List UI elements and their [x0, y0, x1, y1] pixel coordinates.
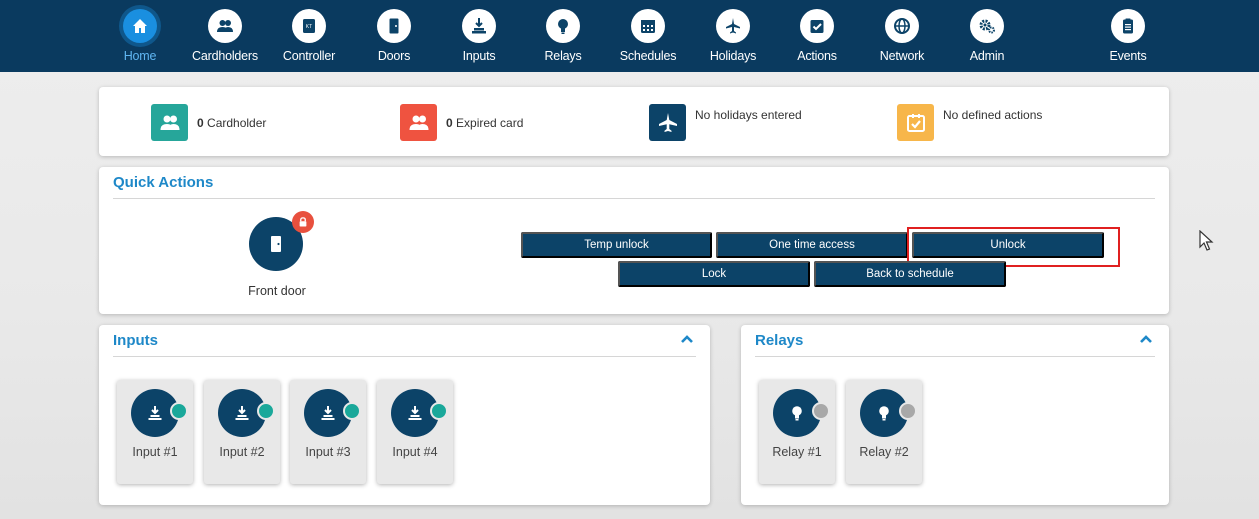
- nav-network[interactable]: Network: [862, 9, 942, 67]
- status-indicator: [812, 402, 830, 420]
- nav-admin[interactable]: Admin: [947, 9, 1027, 67]
- relay-tile[interactable]: Relay #1: [759, 380, 835, 484]
- nav-label: Inputs: [462, 49, 496, 63]
- input-label: Input #4: [392, 445, 438, 459]
- holidays-label: No holidays entered: [695, 108, 802, 122]
- divider: [113, 198, 1155, 199]
- actions-label: No defined actions: [943, 108, 1043, 122]
- nav-events[interactable]: Events: [1088, 9, 1168, 67]
- relay-label: Relay #1: [772, 445, 822, 459]
- gears-icon: [970, 9, 1004, 43]
- expired-label: Expired card: [456, 116, 524, 130]
- summary-cardholders[interactable]: 0 Cardholder: [151, 104, 266, 141]
- temp-unlock-button[interactable]: Temp unlock: [521, 232, 712, 258]
- nav-holidays[interactable]: Holidays: [693, 9, 773, 67]
- input-tile[interactable]: Input #4: [377, 380, 453, 484]
- chevron-up-icon[interactable]: [1138, 333, 1154, 345]
- divider: [113, 356, 696, 357]
- nav-cardholders[interactable]: Cardholders: [185, 9, 265, 67]
- top-nav: Home Cardholders KT Controller Doors Inp…: [0, 0, 1259, 72]
- nav-label: Controller: [282, 49, 336, 63]
- inputs-panel: Inputs Input #1 Input #2 Input #3 Input …: [99, 325, 710, 505]
- checklist-icon: [800, 9, 834, 43]
- status-indicator: [430, 402, 448, 420]
- inputs-title: Inputs: [113, 332, 158, 349]
- input-icon: [462, 9, 496, 43]
- relay-tile[interactable]: Relay #2: [846, 380, 922, 484]
- expired-cardholders-icon: [400, 104, 437, 141]
- calendar-icon: [631, 9, 665, 43]
- nav-inputs[interactable]: Inputs: [439, 9, 519, 67]
- controller-icon: KT: [292, 9, 326, 43]
- summary-holidays[interactable]: No holidays entered: [649, 104, 802, 141]
- input-tile[interactable]: Input #1: [117, 380, 193, 484]
- checklist-icon: [897, 104, 934, 141]
- relay-icon: [546, 9, 580, 43]
- relay-label: Relay #2: [859, 445, 909, 459]
- nav-label: Holidays: [709, 49, 757, 63]
- summary-panel: 0 Cardholder 0 Expired card No holidays …: [99, 87, 1169, 156]
- status-indicator: [170, 402, 188, 420]
- status-indicator: [899, 402, 917, 420]
- clipboard-icon: [1111, 9, 1145, 43]
- nav-label: Relays: [544, 49, 582, 63]
- one-time-access-button[interactable]: One time access: [716, 232, 908, 258]
- chevron-up-icon[interactable]: [679, 333, 695, 345]
- nav-label: Events: [1109, 49, 1147, 63]
- input-label: Input #1: [132, 445, 178, 459]
- nav-relays[interactable]: Relays: [523, 9, 603, 67]
- door-name: Front door: [248, 284, 306, 298]
- input-tile[interactable]: Input #2: [204, 380, 280, 484]
- nav-home[interactable]: Home: [100, 9, 180, 67]
- plane-icon: [716, 9, 750, 43]
- summary-actions[interactable]: No defined actions: [897, 104, 1042, 141]
- nav-actions[interactable]: Actions: [777, 9, 857, 67]
- nav-controller[interactable]: KT Controller: [269, 9, 349, 67]
- summary-expired[interactable]: 0 Expired card: [400, 104, 523, 141]
- status-indicator: [343, 402, 361, 420]
- door-icon: [271, 236, 281, 252]
- input-label: Input #2: [219, 445, 265, 459]
- nav-label: Actions: [797, 49, 837, 63]
- cardholder-count: 0: [197, 116, 204, 130]
- input-tile[interactable]: Input #3: [290, 380, 366, 484]
- nav-label: Admin: [969, 49, 1005, 63]
- divider: [755, 356, 1155, 357]
- cardholders-icon: [208, 9, 242, 43]
- status-indicator: [257, 402, 275, 420]
- input-label: Input #3: [305, 445, 351, 459]
- quick-actions-panel: Quick Actions Front door Temp unlock One…: [99, 167, 1169, 314]
- lock-button[interactable]: Lock: [618, 261, 810, 287]
- back-to-schedule-button[interactable]: Back to schedule: [814, 261, 1006, 287]
- nav-label: Doors: [377, 49, 411, 63]
- plane-icon: [649, 104, 686, 141]
- nav-label: Network: [879, 49, 925, 63]
- nav-doors[interactable]: Doors: [354, 9, 434, 67]
- quick-actions-title: Quick Actions: [113, 174, 214, 191]
- door-icon: [377, 9, 411, 43]
- nav-schedules[interactable]: Schedules: [608, 9, 688, 67]
- home-icon: [123, 9, 157, 43]
- controller-badge-text: KT: [306, 24, 312, 30]
- relays-title: Relays: [755, 332, 804, 349]
- cardholder-label: Cardholder: [207, 116, 267, 130]
- relays-panel: Relays Relay #1 Relay #2: [741, 325, 1169, 505]
- nav-label: Home: [123, 49, 157, 63]
- cardholders-icon: [151, 104, 188, 141]
- lock-icon: [292, 211, 314, 233]
- globe-icon: [885, 9, 919, 43]
- expired-count: 0: [446, 116, 453, 130]
- nav-label: Schedules: [619, 49, 677, 63]
- mouse-cursor-icon: [1199, 230, 1214, 251]
- nav-label: Cardholders: [192, 49, 258, 63]
